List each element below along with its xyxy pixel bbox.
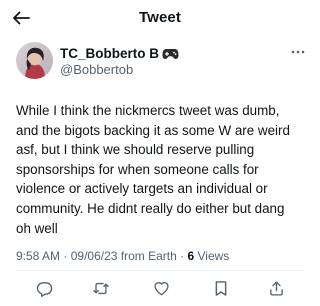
more-options-button[interactable] [290,46,306,58]
game-controller-icon [162,47,179,60]
tweet-actions [0,277,320,299]
like-button[interactable] [150,277,172,299]
user-handle[interactable]: @Bobbertob [60,62,133,77]
retweet-icon [93,282,109,294]
tweet-time[interactable]: 9:58 AM [16,249,60,263]
more-horizontal-icon [291,50,305,54]
share-icon [269,280,283,296]
tweet-meta: 9:58 AM · 09/06/23 from Earth · 6 Views [16,249,229,263]
reply-button[interactable] [33,277,55,299]
bookmark-button[interactable] [210,277,232,299]
tweet-author: TC_Bobberto B @Bobbertob [16,42,306,86]
views-label: Views [197,249,230,263]
reply-icon [36,281,52,297]
tweet-date[interactable]: 09/06/23 [71,249,118,263]
display-name-row: TC_Bobberto B [60,46,179,61]
avatar[interactable] [16,42,53,79]
meta-separator: · [63,249,68,263]
share-button[interactable] [265,277,287,299]
meta-separator: · [180,249,185,263]
page-title: Tweet [139,9,181,26]
retweet-button[interactable] [90,277,112,299]
views-count: 6 [187,249,195,263]
display-name[interactable]: TC_Bobberto B [60,46,159,61]
top-bar: Tweet [0,0,320,36]
bookmark-icon [215,280,227,296]
tweet-source: from Earth [120,249,177,263]
divider [16,270,304,271]
like-icon [153,282,169,296]
tweet-text: While I think the nickmercs tweet was du… [16,103,290,236]
